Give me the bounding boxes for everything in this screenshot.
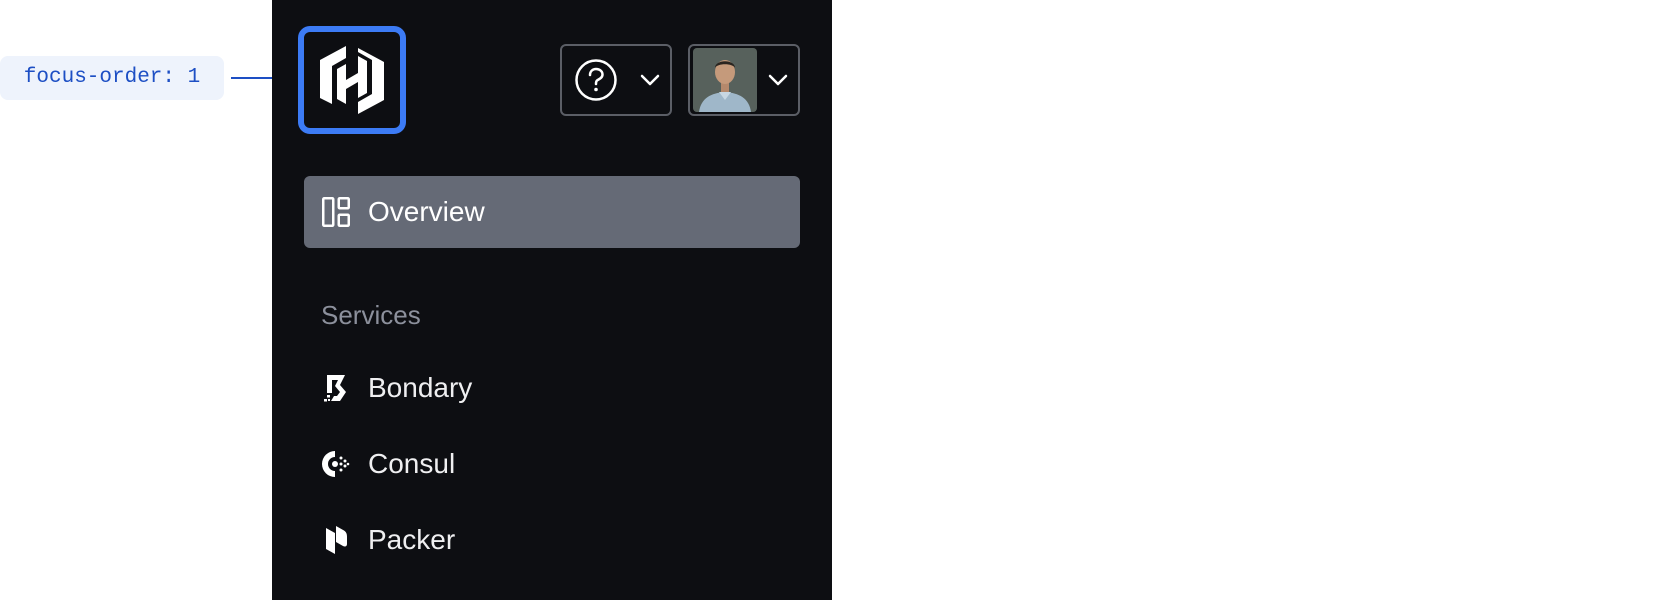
nav-item-label: Bondary (368, 372, 473, 403)
nav-item-overview[interactable]: Overview (304, 176, 800, 248)
user-menu-button[interactable] (688, 44, 800, 116)
chevron-down-icon (640, 74, 660, 86)
packer-icon (321, 525, 351, 555)
help-menu-button[interactable] (560, 44, 672, 116)
boundary-icon (321, 373, 351, 403)
chevron-down-icon (768, 74, 788, 86)
side-navigation: Overview Services Bondary Consul Packer (272, 0, 832, 600)
nav-item-packer[interactable]: Packer (304, 510, 800, 570)
home-logo-button[interactable] (298, 26, 406, 134)
dashboard-icon (321, 197, 351, 227)
stage: focus-order: 1 Overview Services Bondary… (0, 0, 1672, 600)
nav-item-consul[interactable]: Consul (304, 434, 800, 494)
nav-item-label: Packer (368, 524, 456, 555)
services-section-title: Services (321, 300, 421, 330)
nav-item-boundary[interactable]: Bondary (304, 358, 800, 418)
consul-icon (321, 449, 351, 479)
help-circle-icon (575, 59, 617, 101)
nav-item-label: Overview (368, 196, 485, 227)
focus-order-annotation: focus-order: 1 (0, 56, 224, 100)
hashicorp-logo-icon (320, 46, 384, 114)
nav-item-label: Consul (368, 448, 456, 479)
user-avatar (693, 48, 757, 112)
